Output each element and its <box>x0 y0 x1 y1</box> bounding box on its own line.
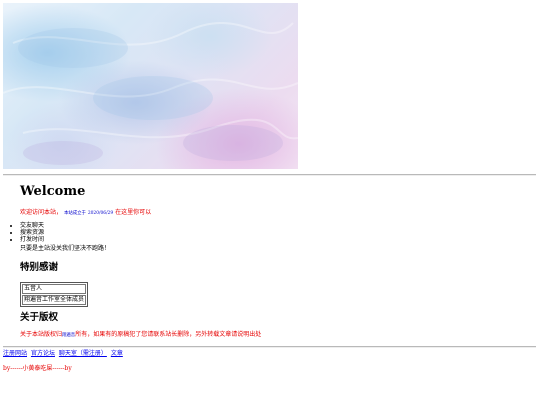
chatroom-link[interactable]: 聊天室（需注册） <box>59 350 107 357</box>
welcome-heading: Welcome <box>20 184 86 199</box>
list-item: 打发时间 <box>20 236 44 243</box>
thanks-table: 五音人 翔遍音工作室全体成员 <box>20 282 89 307</box>
thanks-heading: 特别感谢 <box>20 262 59 273</box>
table-row: 五音人 <box>22 284 87 294</box>
copyright-owner: 翔遍音 <box>62 333 76 338</box>
copyright-text-intro: 关于本站版权归 <box>20 331 63 338</box>
signature-text: by------小黄泰吃屎------by <box>3 365 72 372</box>
copyright-text-outro: 所有，如果有的原稿犯了您请联系站长删除，另外转载文章请说明出处 <box>75 331 262 338</box>
divider-bottom <box>3 346 536 348</box>
welcome-text: 欢迎访问本站， 本站成立于 2020/06/29 在这里你可以 <box>20 208 151 218</box>
copyright-heading: 关于版权 <box>20 312 59 323</box>
welcome-text-outro: 在这里你可以 <box>115 209 152 216</box>
articles-link[interactable]: 文章 <box>111 350 123 357</box>
list-item: 搜索资源 <box>20 229 44 236</box>
feature-list: 交友聊天 搜索资源 打发时间 <box>0 222 44 243</box>
register-link[interactable]: 注册网站 <box>3 350 27 357</box>
table-row: 翔遍音工作室全体成员 <box>22 295 87 305</box>
founded-label: 本站成立于 <box>63 211 86 216</box>
page: Welcome 欢迎访问本站， 本站成立于 2020/06/29 在这里你可以 … <box>0 0 540 405</box>
welcome-text-intro: 欢迎访问本站， <box>20 209 63 216</box>
banner-image <box>3 3 298 169</box>
divider-top <box>3 174 536 176</box>
copyright-text: 关于本站版权归翔遍音所有，如果有的原稿犯了您请联系站长删除，另外转载文章请说明出… <box>20 331 261 340</box>
founded-date: 2020/06/29 <box>87 211 114 216</box>
table-cell: 五音人 <box>22 284 87 294</box>
forum-link[interactable]: 官方论坛 <box>31 350 55 357</box>
list-item: 交友聊天 <box>20 222 44 229</box>
feature-note: 只要是主站没关我们坚决不跑路！ <box>20 245 111 252</box>
table-cell: 翔遍音工作室全体成员 <box>22 295 87 305</box>
watercolor-texture <box>3 22 298 165</box>
footer-nav: 注册网站 官方论坛 聊天室（需注册） 文章 <box>3 350 125 358</box>
